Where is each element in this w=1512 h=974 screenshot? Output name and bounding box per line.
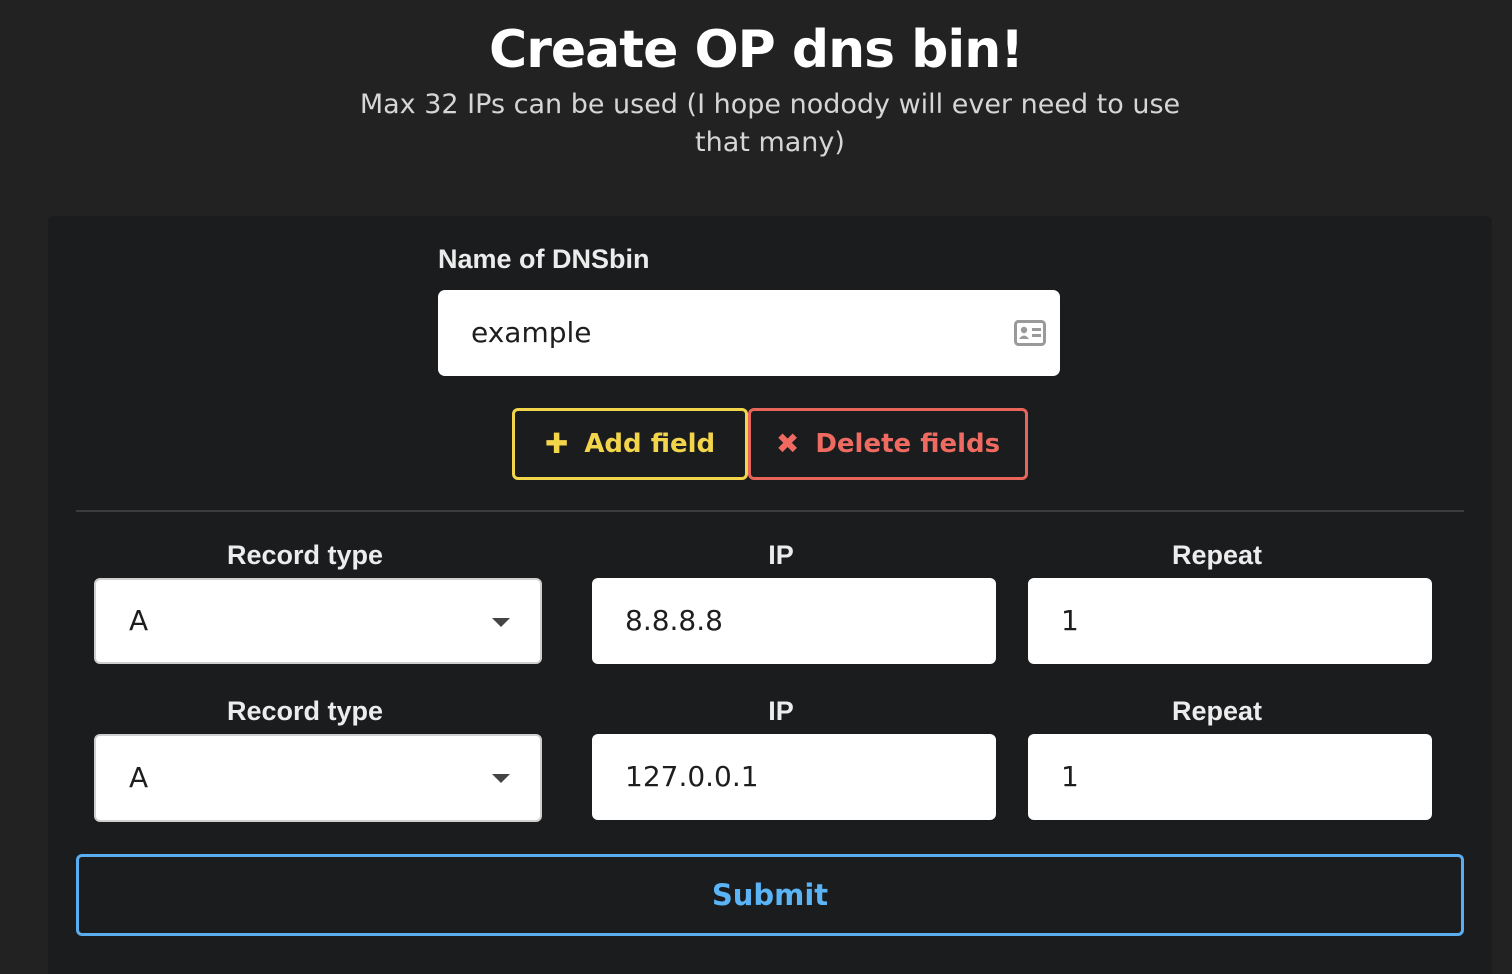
- plus-icon: ✚: [544, 427, 569, 460]
- dnsbin-name-label: Name of DNSbin: [438, 244, 650, 274]
- page: Create OP dns bin! Max 32 IPs can be use…: [0, 0, 1512, 974]
- submit-button[interactable]: Submit: [76, 854, 1464, 936]
- repeat-input[interactable]: 1: [1028, 734, 1432, 820]
- repeat-label: Repeat: [1171, 696, 1263, 726]
- dnsbin-name-value: example: [471, 316, 592, 349]
- id-card-icon: [1014, 320, 1046, 346]
- add-field-button[interactable]: ✚ Add field: [512, 408, 748, 480]
- repeat-label: Repeat: [1171, 540, 1263, 570]
- record-type-value: A: [129, 761, 149, 794]
- ip-input[interactable]: 127.0.0.1: [592, 734, 996, 820]
- delete-fields-label: Delete fields: [815, 429, 1001, 459]
- record-type-select[interactable]: A: [94, 578, 542, 664]
- record-type-value: A: [129, 604, 149, 637]
- ip-input[interactable]: 8.8.8.8: [592, 578, 996, 664]
- repeat-input[interactable]: 1: [1028, 578, 1432, 664]
- submit-label: Submit: [711, 878, 829, 912]
- ip-label: IP: [768, 540, 794, 570]
- x-icon: ✖: [775, 427, 800, 460]
- repeat-value: 1: [1061, 760, 1079, 793]
- ip-value: 8.8.8.8: [625, 604, 723, 637]
- page-title: Create OP dns bin!: [489, 20, 1024, 80]
- delete-fields-button[interactable]: ✖ Delete fields: [748, 408, 1028, 480]
- ip-label: IP: [768, 696, 794, 726]
- repeat-value: 1: [1061, 604, 1079, 637]
- record-type-label: Record type: [226, 696, 384, 726]
- dnsbin-name-input[interactable]: example: [438, 290, 1060, 376]
- page-subtitle: Max 32 IPs can be used (I hope nodody wi…: [359, 89, 1181, 158]
- caret-down-icon: [492, 618, 510, 627]
- divider: [76, 510, 1464, 512]
- ip-value: 127.0.0.1: [625, 760, 759, 793]
- add-field-label: Add field: [584, 429, 716, 459]
- caret-down-icon: [492, 774, 510, 783]
- record-type-label: Record type: [226, 540, 384, 570]
- record-type-select[interactable]: A: [94, 734, 542, 822]
